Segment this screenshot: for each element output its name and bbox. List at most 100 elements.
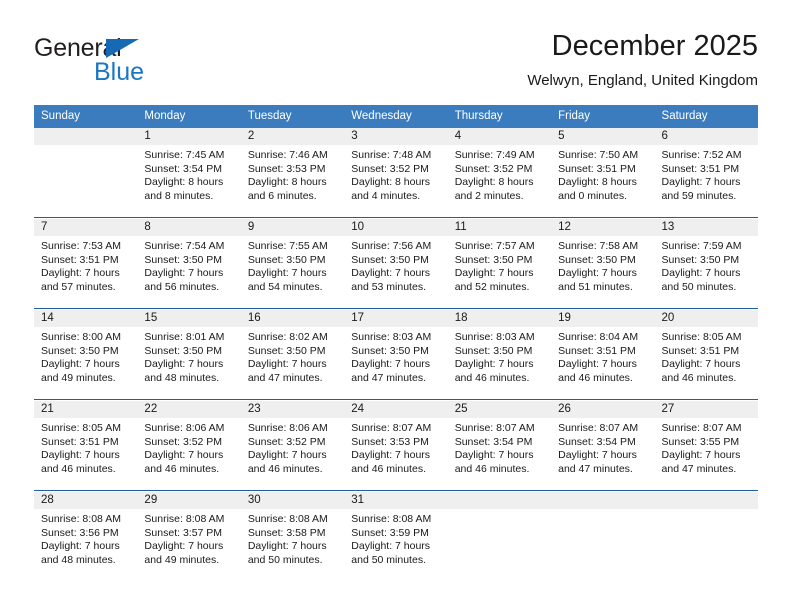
day-number-cell[interactable]: 19 — [551, 310, 655, 327]
day-cell[interactable]: Sunrise: 7:58 AM Sunset: 3:50 PM Daylight:… — [551, 236, 654, 308]
general-blue-logo[interactable]: General Blue — [34, 34, 244, 90]
daylight-text-line2: and 0 minutes. — [558, 189, 627, 202]
daylight-text-line2: and 46 minutes. — [454, 462, 530, 475]
sunrise-text: Sunrise: 7:59 AM — [661, 240, 742, 252]
day-number-cell[interactable]: 20 — [654, 310, 758, 327]
day-cell[interactable]: Sunrise: 8:07 AM Sunset: 3:54 PM Daylight:… — [551, 418, 654, 490]
day-number-cell[interactable]: 10 — [344, 219, 448, 236]
day-cell[interactable]: Sunrise: 7:53 AM Sunset: 3:51 PM Daylight:… — [34, 236, 137, 308]
day-number-cell[interactable]: 14 — [34, 310, 138, 327]
day-number-cell[interactable]: 22 — [137, 401, 241, 418]
day-cell[interactable]: Sunrise: 8:02 AM Sunset: 3:50 PM Daylight:… — [241, 327, 344, 399]
day-number-cell[interactable]: 16 — [240, 310, 345, 327]
day-number-cell[interactable]: 13 — [654, 219, 758, 236]
day-number-cell-empty — [654, 492, 758, 509]
day-cell[interactable]: Sunrise: 8:00 AM Sunset: 3:50 PM Daylight:… — [34, 327, 137, 399]
day-number-row: 21 22 23 24 25 26 27 — [34, 401, 758, 418]
daylight-text-line2: and 50 minutes. — [351, 553, 426, 566]
day-number-cell[interactable]: 25 — [447, 401, 552, 418]
day-number-cell[interactable]: 31 — [344, 492, 448, 509]
sunset-text: Sunset: 3:56 PM — [41, 526, 119, 539]
day-cell-empty — [655, 509, 758, 581]
day-number-cell[interactable]: 17 — [344, 310, 448, 327]
sunrise-text: Sunrise: 8:08 AM — [247, 513, 328, 525]
day-cell[interactable]: Sunrise: 8:06 AM Sunset: 3:52 PM Daylight:… — [137, 418, 240, 490]
day-cell[interactable]: Sunrise: 8:06 AM Sunset: 3:52 PM Daylight:… — [241, 418, 344, 490]
day-number-cell[interactable]: 3 — [344, 128, 448, 145]
sunrise-text: Sunrise: 8:05 AM — [41, 422, 121, 434]
day-number-cell[interactable]: 29 — [137, 492, 241, 509]
sunset-text: Sunset: 3:50 PM — [144, 253, 223, 266]
day-cell[interactable]: Sunrise: 8:08 AM Sunset: 3:57 PM Daylight:… — [137, 509, 240, 581]
day-number-cell[interactable]: 15 — [137, 310, 241, 327]
day-number-cell[interactable]: 5 — [551, 128, 655, 145]
day-cell[interactable]: Sunrise: 7:54 AM Sunset: 3:50 PM Daylight:… — [137, 236, 240, 308]
day-cell[interactable]: Sunrise: 7:56 AM Sunset: 3:50 PM Daylight:… — [344, 236, 447, 308]
day-cell[interactable]: Sunrise: 7:50 AM Sunset: 3:51 PM Daylight:… — [551, 145, 654, 217]
day-number-cell[interactable]: 2 — [240, 128, 345, 145]
day-number-cell[interactable]: 28 — [34, 492, 138, 509]
weekday-header-sunday: Sunday — [34, 105, 138, 128]
day-cell[interactable]: Sunrise: 7:49 AM Sunset: 3:52 PM Daylight:… — [448, 145, 551, 217]
day-cell[interactable]: Sunrise: 8:01 AM Sunset: 3:50 PM Daylight:… — [137, 327, 240, 399]
day-number-cell[interactable]: 1 — [137, 128, 241, 145]
day-number-cell[interactable]: 21 — [34, 401, 138, 418]
page-title: December 2025 — [551, 30, 758, 62]
sunset-text: Sunset: 3:54 PM — [454, 435, 533, 448]
day-number-cell-empty — [551, 492, 655, 509]
day-cell[interactable]: Sunrise: 8:05 AM Sunset: 3:51 PM Daylight:… — [655, 327, 758, 399]
day-number-cell[interactable]: 4 — [447, 128, 552, 145]
daylight-text-line2: and 52 minutes. — [454, 280, 530, 293]
day-cell[interactable]: Sunrise: 8:08 AM Sunset: 3:58 PM Daylight:… — [241, 509, 344, 581]
day-cell[interactable]: Sunrise: 7:59 AM Sunset: 3:50 PM Daylight:… — [655, 236, 758, 308]
day-cell[interactable]: Sunrise: 7:55 AM Sunset: 3:50 PM Daylight:… — [241, 236, 344, 308]
day-number-cell[interactable]: 6 — [654, 128, 758, 145]
day-cell[interactable]: Sunrise: 7:57 AM Sunset: 3:50 PM Daylight:… — [448, 236, 551, 308]
day-number-cell[interactable]: 23 — [240, 401, 345, 418]
day-cell[interactable]: Sunrise: 8:05 AM Sunset: 3:51 PM Daylight:… — [34, 418, 137, 490]
day-cell[interactable]: Sunrise: 8:08 AM Sunset: 3:59 PM Daylight:… — [344, 509, 447, 581]
daylight-text-line2: and 57 minutes. — [41, 280, 116, 293]
daylight-text-line2: and 46 minutes. — [144, 462, 220, 475]
daylight-text-line1: Daylight: 7 hours — [41, 540, 120, 553]
day-cell[interactable]: Sunrise: 8:03 AM Sunset: 3:50 PM Daylight:… — [448, 327, 551, 399]
day-number-cell[interactable]: 30 — [240, 492, 345, 509]
day-cell[interactable]: Sunrise: 8:07 AM Sunset: 3:53 PM Daylight:… — [344, 418, 447, 490]
sunset-text: Sunset: 3:50 PM — [351, 344, 429, 357]
daylight-text-line1: Daylight: 8 hours — [247, 176, 327, 189]
day-number-cell[interactable]: 8 — [137, 219, 241, 236]
sunset-text: Sunset: 3:50 PM — [454, 344, 533, 357]
day-number-cell[interactable]: 24 — [344, 401, 448, 418]
day-cell[interactable]: Sunrise: 8:08 AM Sunset: 3:56 PM Daylight:… — [34, 509, 137, 581]
sunrise-text: Sunrise: 7:50 AM — [558, 149, 639, 161]
day-cell[interactable]: Sunrise: 7:52 AM Sunset: 3:51 PM Daylight:… — [655, 145, 758, 217]
day-cell[interactable]: Sunrise: 7:45 AM Sunset: 3:54 PM Daylight:… — [137, 145, 240, 217]
day-number-cell[interactable]: 18 — [447, 310, 552, 327]
separator-line — [34, 308, 758, 309]
day-number-cell-empty — [447, 492, 552, 509]
day-cell[interactable]: Sunrise: 8:07 AM Sunset: 3:54 PM Daylight:… — [448, 418, 551, 490]
daylight-text-line1: Daylight: 7 hours — [144, 449, 224, 462]
sunrise-text: Sunrise: 7:46 AM — [247, 149, 328, 161]
daylight-text-line2: and 51 minutes. — [558, 280, 633, 293]
day-number-cell[interactable]: 12 — [551, 219, 655, 236]
daylight-text-line2: and 46 minutes. — [41, 462, 116, 475]
daylight-text-line2: and 6 minutes. — [247, 189, 317, 202]
sunrise-text: Sunrise: 7:56 AM — [351, 240, 432, 252]
day-number-cell[interactable]: 7 — [34, 219, 138, 236]
daylight-text-line1: Daylight: 7 hours — [558, 449, 637, 462]
daylight-text-line1: Daylight: 7 hours — [454, 358, 534, 371]
day-cell[interactable]: Sunrise: 8:04 AM Sunset: 3:51 PM Daylight:… — [551, 327, 654, 399]
day-cell[interactable]: Sunrise: 8:07 AM Sunset: 3:55 PM Daylight:… — [655, 418, 758, 490]
daylight-text-line2: and 56 minutes. — [144, 280, 220, 293]
day-cell[interactable]: Sunrise: 7:48 AM Sunset: 3:52 PM Daylight:… — [344, 145, 447, 217]
day-cell[interactable]: Sunrise: 7:46 AM Sunset: 3:53 PM Daylight:… — [241, 145, 344, 217]
day-number-cell[interactable]: 26 — [551, 401, 655, 418]
day-cell[interactable]: Sunrise: 8:03 AM Sunset: 3:50 PM Daylight:… — [344, 327, 447, 399]
sunrise-text: Sunrise: 8:07 AM — [558, 422, 639, 434]
day-number-cell[interactable]: 9 — [240, 219, 345, 236]
day-number-cell[interactable]: 11 — [447, 219, 552, 236]
daylight-text-line2: and 47 minutes. — [247, 371, 323, 384]
day-number-cell[interactable]: 27 — [654, 401, 758, 418]
sunset-text: Sunset: 3:51 PM — [558, 344, 636, 357]
